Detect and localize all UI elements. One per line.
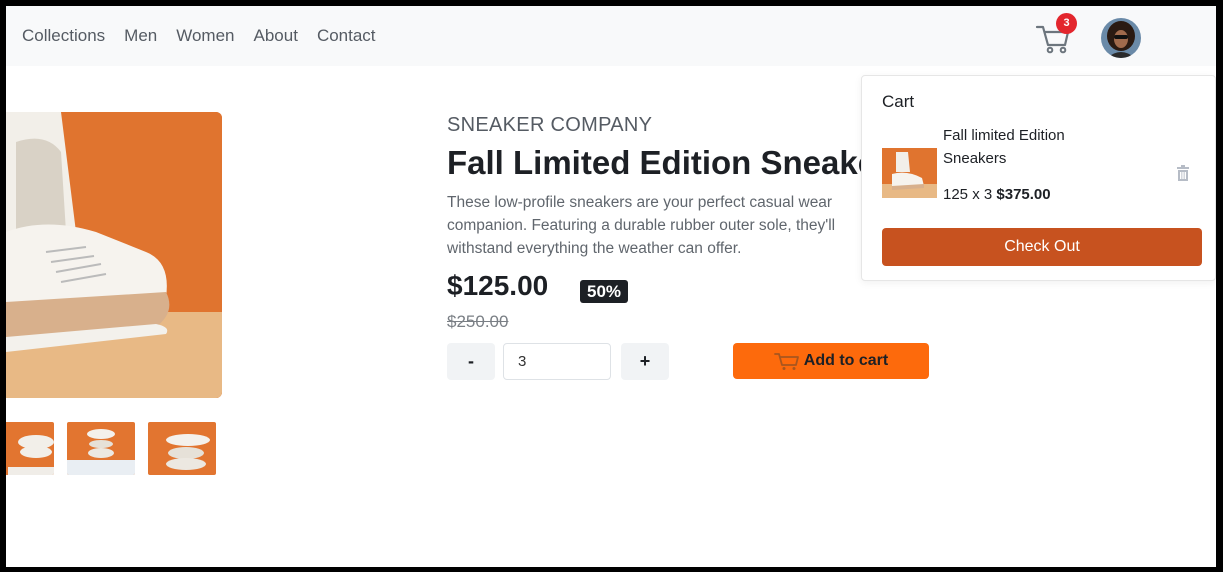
sneaker-image: [6, 112, 222, 398]
cart-icon-small: [773, 353, 799, 370]
product-description: These low-profile sneakers are your perf…: [447, 194, 836, 257]
nav-links: Collections Men Women About Contact: [22, 26, 395, 46]
quantity-input[interactable]: [503, 343, 611, 380]
cart-item-image: [882, 148, 937, 198]
company-name: SNEAKER COMPANY: [447, 114, 653, 136]
original-price: $250.00: [447, 312, 509, 331]
thumbnail-image: [6, 422, 54, 475]
thumbnail-2[interactable]: [67, 422, 135, 475]
cart-item-thumbnail: [882, 148, 937, 198]
add-to-cart-label: Add to cart: [803, 352, 889, 369]
cart-title: Cart: [882, 92, 915, 111]
checkout-button[interactable]: Check Out: [882, 228, 1202, 266]
product-main-image[interactable]: [6, 112, 222, 398]
cart-item-calculation: 125 x 3 $375.00: [943, 186, 1051, 203]
thumbnail-3[interactable]: [148, 422, 216, 475]
trash-icon: [1177, 165, 1189, 181]
page-frame: Collections Men Women About Contact 3 SN…: [6, 6, 1216, 567]
thumbnail-image: [67, 422, 135, 475]
discount-badge: 50%: [580, 280, 629, 303]
nav-link-contact[interactable]: Contact: [317, 26, 376, 46]
nav-link-collections[interactable]: Collections: [22, 26, 105, 46]
cart-item-unit: 125 x 3: [943, 186, 993, 203]
navbar: Collections Men Women About Contact 3: [6, 6, 1216, 66]
cart-count-badge: 3: [1056, 13, 1077, 34]
nav-link-about[interactable]: About: [254, 26, 298, 46]
product-price: $125.00: [447, 270, 549, 301]
thumbnail-1[interactable]: [6, 422, 54, 475]
quantity-increase-button[interactable]: +: [621, 343, 669, 380]
cart-item-name: Fall limited Edition Sneakers: [943, 127, 1065, 167]
avatar-image: [1101, 18, 1141, 58]
user-avatar[interactable]: [1101, 18, 1141, 58]
delete-item-button[interactable]: [1176, 165, 1190, 181]
nav-link-women[interactable]: Women: [176, 26, 234, 46]
thumbnail-image: [148, 422, 216, 475]
nav-link-men[interactable]: Men: [124, 26, 157, 46]
add-to-cart-button[interactable]: Add to cart: [733, 343, 929, 379]
product-title: Fall Limited Edition Sneakers: [447, 144, 861, 181]
cart-dropdown: Cart Fall limited Edition Sneakers 125 x…: [861, 75, 1216, 281]
quantity-decrease-button[interactable]: -: [447, 343, 495, 380]
cart-item-total: $375.00: [996, 186, 1051, 203]
